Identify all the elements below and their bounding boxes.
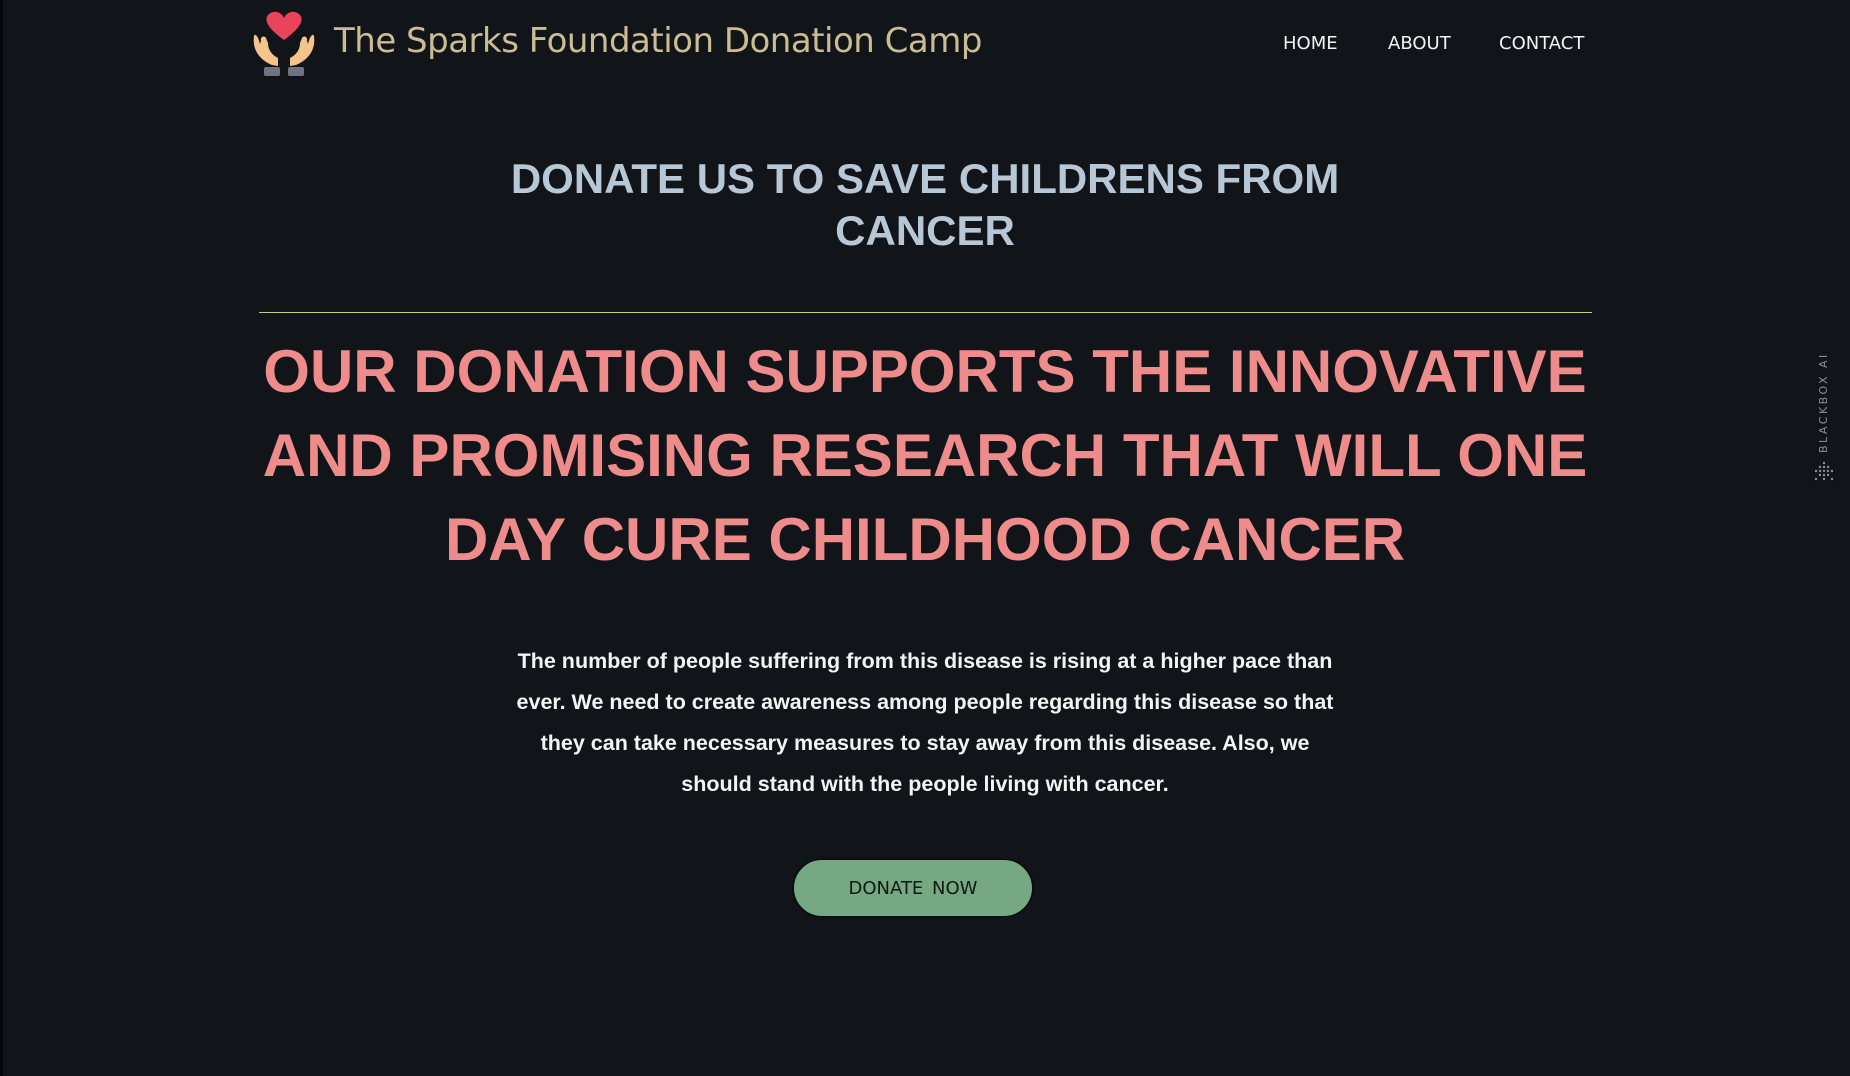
heart-in-hands-icon — [253, 11, 315, 76]
nav-link-about[interactable]: ABOUT — [1388, 33, 1451, 54]
blackbox-ai-label: BLACKBOX AI — [1817, 352, 1830, 453]
window-edge — [0, 0, 3, 1076]
nav-link-home[interactable]: HOME — [1283, 33, 1338, 54]
divider — [259, 312, 1592, 313]
nav-link-contact[interactable]: CONTACT — [1499, 33, 1584, 54]
site-title: The Sparks Foundation Donation Camp — [334, 21, 982, 61]
description-text: The number of people suffering from this… — [516, 649, 1334, 796]
donate-now-button[interactable]: DONATE NOW — [792, 858, 1034, 918]
mission-statement: OUR DONATION SUPPORTS THE INNOVATIVE AND… — [262, 338, 1588, 573]
hero-headline: DONATE US TO SAVE CHILDRENS FROM CANCER — [510, 155, 1340, 254]
dot-grid-icon — [1814, 461, 1834, 481]
